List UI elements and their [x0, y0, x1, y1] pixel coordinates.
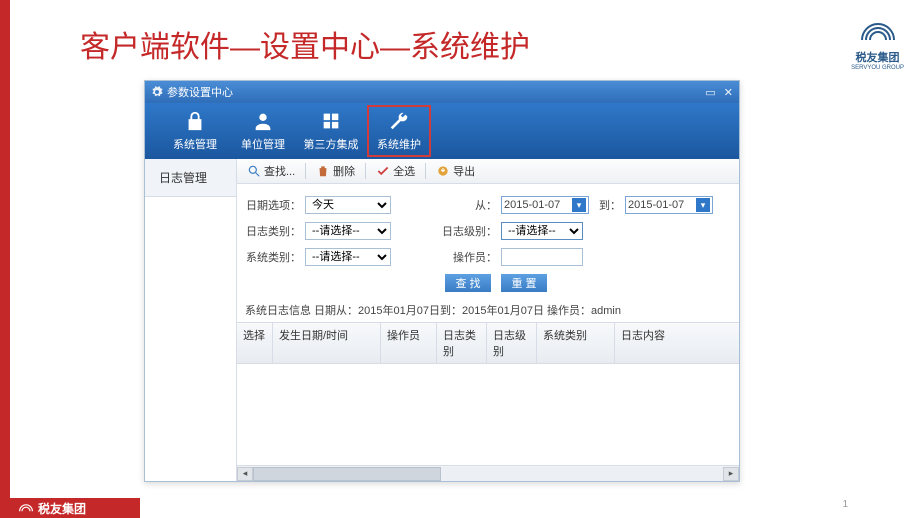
sys-type-select[interactable]: --请选择-- — [305, 248, 391, 266]
gear-icon — [151, 86, 163, 98]
separator — [305, 163, 306, 179]
sidebar: 日志管理 — [145, 159, 237, 481]
label-log-level: 日志级别： — [397, 223, 501, 239]
th-operator[interactable]: 操作员 — [381, 323, 437, 363]
horizontal-scrollbar[interactable]: ◂ ▸ — [237, 465, 739, 481]
tab-unit-manage[interactable]: 单位管理 — [229, 103, 297, 159]
log-type-select[interactable]: --请选择-- — [305, 222, 391, 240]
tab-system-maintain[interactable]: 系统维护 — [365, 103, 433, 159]
operator-input[interactable] — [501, 248, 583, 266]
users-icon — [252, 110, 274, 132]
status-line: 系统日志信息 日期从：2015年01月07日到：2015年01月07日 操作员：… — [237, 296, 739, 322]
toolbar: 查找... 删除 全选 导出 — [237, 159, 739, 184]
scroll-thumb[interactable] — [253, 467, 441, 481]
sidebar-item-label: 日志管理 — [159, 171, 207, 185]
tab-label: 系统管理 — [173, 136, 217, 152]
wrench-icon — [388, 110, 410, 132]
filter-panel: 日期选项： 今天 从： 2015-01-07▾ 到： 2015-01-07▾ 日… — [237, 184, 739, 296]
dropdown-icon: ▾ — [696, 198, 710, 212]
scroll-left-arrow[interactable]: ◂ — [237, 467, 253, 481]
tab-label: 单位管理 — [241, 136, 285, 152]
th-datetime[interactable]: 发生日期/时间 — [273, 323, 381, 363]
check-icon — [376, 164, 390, 178]
label-to: 到： — [589, 197, 625, 213]
date-to-picker[interactable]: 2015-01-07▾ — [625, 196, 713, 214]
scroll-right-arrow[interactable]: ▸ — [723, 467, 739, 481]
th-sys-type[interactable]: 系统类别 — [537, 323, 615, 363]
th-select[interactable]: 选择 — [237, 323, 273, 363]
page-title: 客户端软件—设置中心—系统维护 — [80, 22, 530, 66]
export-icon — [436, 164, 450, 178]
page-number: 1 — [842, 499, 848, 510]
date-option-select[interactable]: 今天 — [305, 196, 391, 214]
search-button[interactable]: 查 找 — [445, 274, 491, 292]
log-level-select[interactable]: --请选择-- — [501, 222, 583, 240]
toolbar-export-button[interactable]: 导出 — [430, 161, 481, 181]
tab-third-party[interactable]: 第三方集成 — [297, 103, 365, 159]
label-from: 从： — [449, 197, 501, 213]
footer-brand: 税友集团 — [10, 498, 140, 518]
logo-arc-icon — [18, 502, 34, 514]
scroll-track[interactable] — [253, 467, 723, 481]
window-close-button[interactable]: ✕ — [724, 86, 733, 99]
table-body — [237, 364, 739, 465]
sidebar-item-log-manage[interactable]: 日志管理 — [145, 159, 236, 197]
brand-name: 税友集团 — [851, 49, 904, 65]
table-header: 选择 发生日期/时间 操作员 日志类别 日志级别 系统类别 日志内容 — [237, 322, 739, 364]
th-log-type[interactable]: 日志类别 — [437, 323, 487, 363]
accent-bar — [0, 0, 10, 518]
toolbar-delete-button[interactable]: 删除 — [310, 161, 361, 181]
label-log-type: 日志类别： — [241, 223, 305, 239]
date-from-picker[interactable]: 2015-01-07▾ — [501, 196, 589, 214]
th-content[interactable]: 日志内容 — [615, 323, 739, 363]
trash-icon — [316, 164, 330, 178]
brand-sub: SERVYOU GROUP — [851, 65, 904, 71]
tab-system-manage[interactable]: 系统管理 — [161, 103, 229, 159]
label-sys-type: 系统类别： — [241, 249, 305, 265]
tab-label: 第三方集成 — [304, 136, 359, 152]
reset-button[interactable]: 重 置 — [501, 274, 547, 292]
separator — [425, 163, 426, 179]
separator — [365, 163, 366, 179]
lock-icon — [184, 110, 206, 132]
logo-arc-icon — [858, 22, 898, 42]
brand-logo: 税友集团 SERVYOU GROUP — [851, 22, 904, 71]
label-date-option: 日期选项： — [241, 197, 305, 213]
label-operator: 操作员： — [397, 249, 501, 265]
toolbar-search-button[interactable]: 查找... — [241, 161, 301, 181]
plug-icon — [320, 110, 342, 132]
window-minimize-button[interactable]: ▭ — [705, 86, 715, 99]
settings-window: 参数设置中心 ▭ ✕ 系统管理 单位管理 第三方集成 系统维护 日志管理 — [144, 80, 740, 482]
main-tabbar: 系统管理 单位管理 第三方集成 系统维护 — [145, 103, 739, 159]
toolbar-selectall-button[interactable]: 全选 — [370, 161, 421, 181]
footer-brand-name: 税友集团 — [38, 500, 86, 517]
tab-label: 系统维护 — [377, 136, 421, 152]
window-title: 参数设置中心 — [167, 84, 233, 100]
window-titlebar[interactable]: 参数设置中心 ▭ ✕ — [145, 81, 739, 103]
search-icon — [247, 164, 261, 178]
dropdown-icon: ▾ — [572, 198, 586, 212]
th-log-level[interactable]: 日志级别 — [487, 323, 537, 363]
